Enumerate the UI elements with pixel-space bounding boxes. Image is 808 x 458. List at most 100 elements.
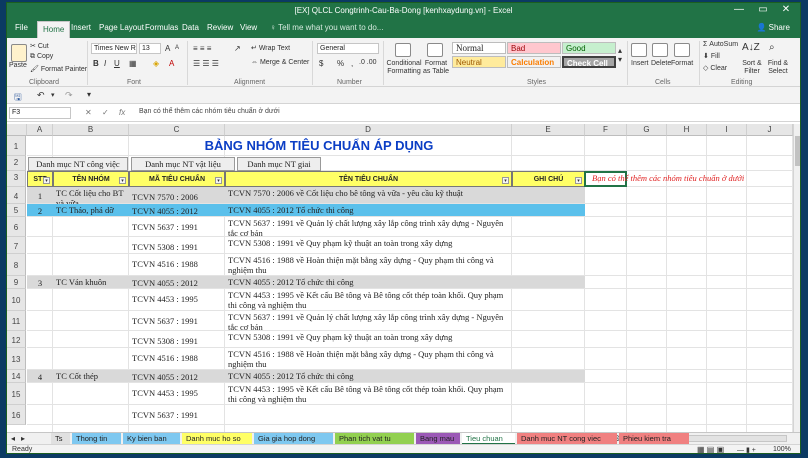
enter-icon[interactable]: ✓ — [102, 108, 109, 117]
undo-icon[interactable]: ↶ — [37, 90, 45, 101]
format-as-table-button[interactable]: Format as Table — [421, 60, 451, 76]
zoom-level[interactable]: 100% — [773, 446, 791, 453]
delete-button[interactable]: Delete — [651, 60, 671, 67]
nt-button-2[interactable]: Danh mục NT vật liệu — [131, 157, 235, 171]
sort-filter-button[interactable]: Sort & Filter — [740, 60, 764, 76]
row-header[interactable]: 4 — [7, 187, 26, 204]
prev-sheet-icon[interactable]: ◂ — [11, 434, 15, 443]
autosum-button[interactable]: Σ AutoSum — [703, 41, 738, 48]
conditional-formatting-button[interactable]: Conditional Formatting — [386, 60, 422, 76]
font-name-select[interactable]: Times New Ro — [91, 43, 137, 54]
row-header[interactable]: 11 — [7, 311, 26, 331]
close-button[interactable]: ✕ — [775, 4, 797, 15]
maximize-button[interactable]: ▭ — [752, 4, 774, 15]
cancel-icon[interactable]: ✕ — [85, 108, 92, 117]
select-all-corner[interactable] — [7, 124, 27, 136]
insert-function-icon[interactable]: fx — [119, 108, 125, 117]
tab-data[interactable]: Data — [182, 23, 199, 32]
borders-icon[interactable]: ▦ — [129, 59, 137, 68]
nt-button-1[interactable]: Danh mục NT công việc — [28, 157, 128, 171]
row-header[interactable]: 9 — [7, 276, 26, 289]
format-table-icon[interactable] — [427, 43, 443, 57]
cut-button[interactable]: ✂ Cut — [30, 42, 49, 50]
styles-scroll-icon[interactable]: ▴ ▾ — [618, 46, 622, 64]
fill-button[interactable]: ⬇ Fill — [703, 52, 720, 60]
tab-file[interactable]: File — [15, 23, 28, 32]
column-header[interactable]: E — [512, 124, 585, 136]
style-calculation[interactable]: Calculation — [507, 56, 561, 68]
font-color-icon[interactable]: A — [169, 59, 174, 68]
minimize-button[interactable]: — — [728, 4, 750, 15]
wrap-text-button[interactable]: ↵ Wrap Text — [251, 44, 290, 52]
style-good[interactable]: Good — [562, 42, 616, 54]
align-top-icon[interactable]: ≡ ≡ ≡ — [193, 44, 211, 53]
paste-icon[interactable] — [11, 44, 27, 62]
insert-cells-icon[interactable] — [631, 43, 647, 57]
row-header[interactable]: 5 — [7, 204, 26, 217]
currency-button[interactable]: $ — [319, 59, 323, 68]
filter-dropdown-icon[interactable]: ▾ — [502, 177, 509, 184]
zoom-slider[interactable]: — ▮ + — [737, 446, 756, 453]
scroll-thumb[interactable] — [795, 136, 800, 166]
align-left-icon[interactable]: ☰ ☰ ☰ — [193, 59, 219, 68]
italic-button[interactable]: I — [104, 59, 106, 68]
tab-insert[interactable]: Insert — [71, 23, 91, 32]
undo-dropdown-icon[interactable]: ▾ — [51, 91, 55, 99]
underline-button[interactable]: U — [114, 59, 120, 68]
column-header[interactable]: F — [585, 124, 627, 136]
filter-dropdown-icon[interactable]: ▾ — [119, 177, 126, 184]
view-icons[interactable]: ▦ ▤ ▣ — [697, 445, 724, 453]
tab-page-layout[interactable]: Page Layout — [99, 23, 144, 32]
fill-color-icon[interactable]: ◈ — [153, 59, 159, 68]
number-format-select[interactable]: General — [317, 43, 379, 54]
customize-qat-icon[interactable]: ▾ — [87, 90, 91, 99]
grow-font-button[interactable]: A — [165, 44, 170, 53]
insert-button[interactable]: Insert — [631, 60, 649, 67]
column-header[interactable]: B — [53, 124, 129, 136]
name-box[interactable]: F3 — [9, 107, 71, 119]
column-header[interactable]: D — [225, 124, 512, 136]
copy-button[interactable]: ⧉ Copy — [30, 53, 53, 61]
format-cells-icon[interactable] — [674, 43, 690, 57]
percent-button[interactable]: % — [337, 59, 344, 68]
find-select-button[interactable]: Find & Select — [763, 60, 793, 76]
formula-input[interactable]: Bạn có thể thêm các nhóm tiêu chuẩn ở dư… — [139, 108, 280, 115]
column-header[interactable]: I — [707, 124, 747, 136]
vertical-scrollbar[interactable] — [793, 124, 800, 432]
clear-button[interactable]: ◇ Clear — [703, 64, 727, 72]
nt-button-3[interactable]: Danh mục NT giai — [237, 157, 321, 171]
row-header[interactable]: 12 — [7, 331, 26, 348]
next-sheet-icon[interactable]: ▸ — [21, 434, 25, 443]
shrink-font-button[interactable]: A — [175, 45, 179, 51]
row-header[interactable]: 3 — [7, 171, 26, 187]
tab-formulas[interactable]: Formulas — [145, 23, 178, 32]
row-header[interactable]: 13 — [7, 348, 26, 370]
style-normal[interactable]: Normal — [452, 42, 506, 54]
row-header[interactable]: 8 — [7, 254, 26, 276]
row-header[interactable]: 15 — [7, 383, 26, 405]
tab-review[interactable]: Review — [207, 23, 233, 32]
worksheet-grid[interactable]: A B C D E F G H I J 1 2 3 4 5 6 7 8 9 10 11 12 13 14 15 16 BẢNG NH… — [7, 124, 793, 432]
merge-center-button[interactable]: ⇔ Merge & Center — [251, 59, 309, 66]
filter-dropdown-icon[interactable]: ▾ — [215, 177, 222, 184]
conditional-formatting-icon[interactable] — [395, 43, 411, 57]
column-header[interactable]: G — [627, 124, 667, 136]
tab-view[interactable]: View — [240, 23, 257, 32]
delete-cells-icon[interactable] — [652, 43, 668, 57]
column-header[interactable]: A — [27, 124, 53, 136]
format-painter-button[interactable]: 🖌 Format Painter — [30, 65, 87, 73]
row-header[interactable]: 2 — [7, 156, 26, 171]
redo-icon[interactable]: ↷ — [65, 90, 73, 101]
style-neutral[interactable]: Neutral — [452, 56, 506, 68]
tab-home[interactable]: Home — [37, 21, 71, 38]
font-size-select[interactable]: 13 — [139, 43, 161, 54]
row-header[interactable]: 7 — [7, 237, 26, 254]
column-header[interactable]: H — [667, 124, 707, 136]
share-button[interactable]: 👤 Share — [756, 23, 790, 32]
column-header[interactable]: C — [129, 124, 225, 136]
style-bad[interactable]: Bad — [507, 42, 561, 54]
row-header[interactable]: 6 — [7, 217, 26, 237]
row-header[interactable]: 16 — [7, 405, 26, 425]
row-header[interactable]: 14 — [7, 370, 26, 383]
paste-button[interactable]: Paste — [9, 62, 27, 69]
